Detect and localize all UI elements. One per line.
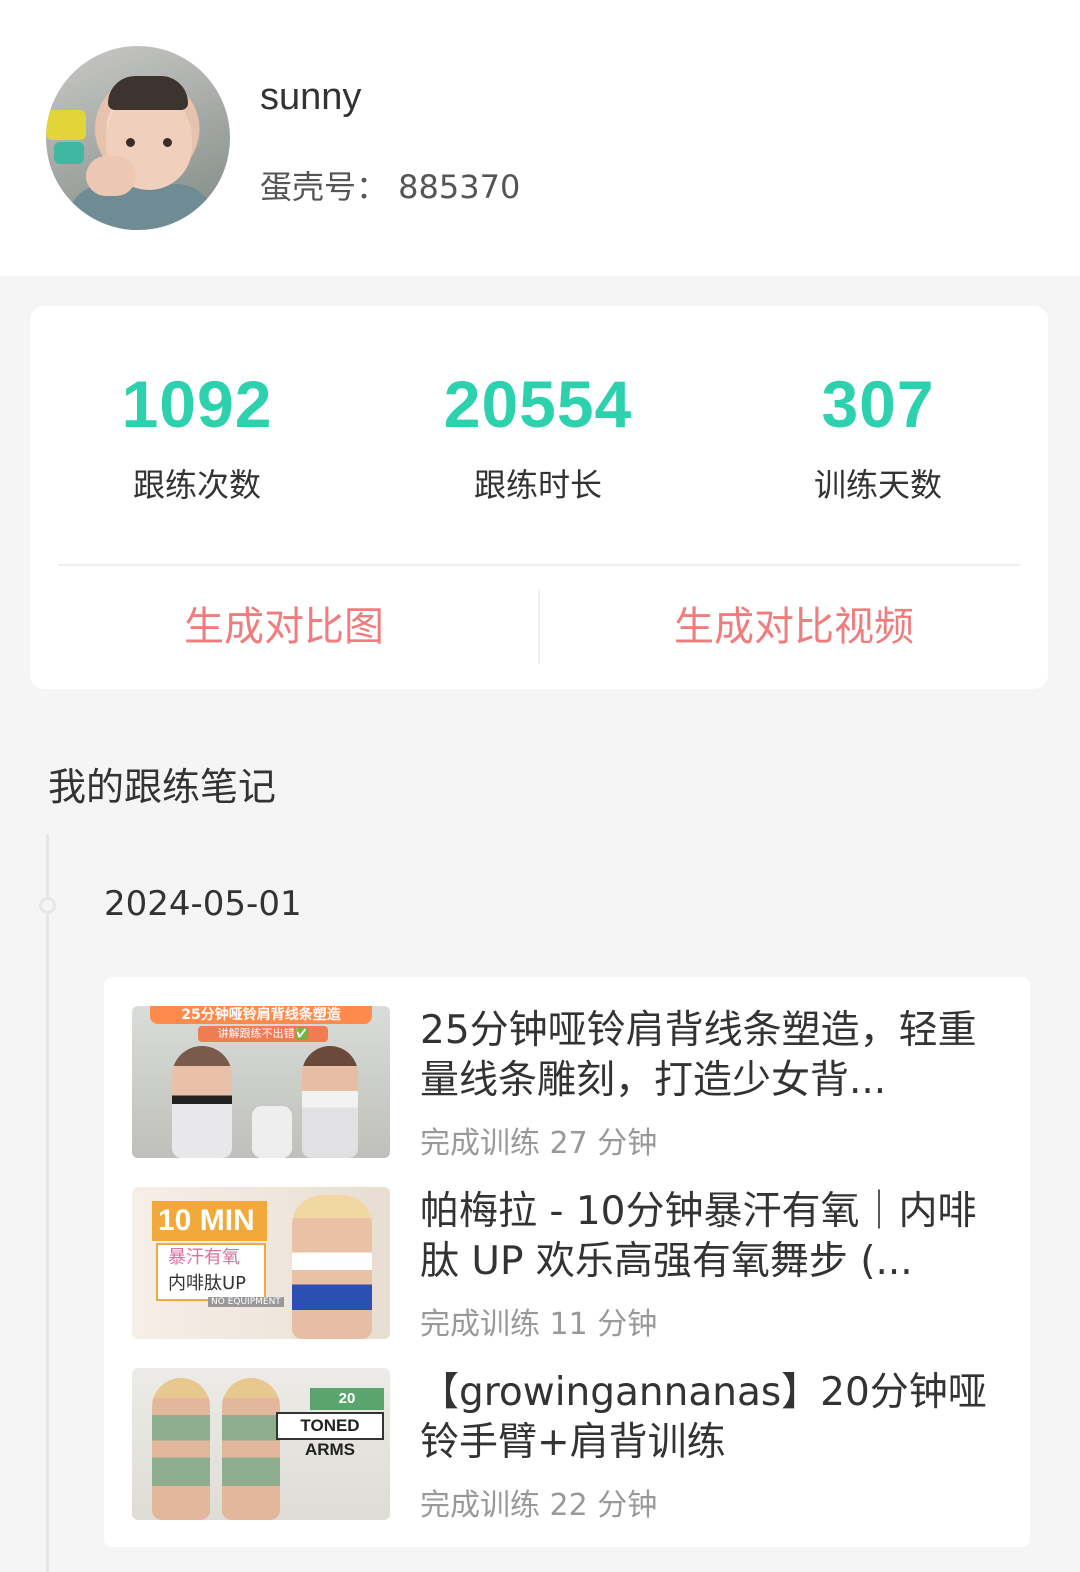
note-title[interactable]: 帕梅拉 - 10分钟暴汗有氧｜内啡肽 UP 欢乐高强有氧舞步 (...	[420, 1187, 1010, 1287]
video-thumbnail[interactable]: 25分钟哑铃肩背线条塑造 讲解跟练不出错✅	[132, 1006, 390, 1158]
user-id: 蛋壳号： 885370	[260, 168, 521, 206]
stat-value: 307	[821, 367, 935, 441]
note-title[interactable]: 25分钟哑铃肩背线条塑造，轻重量线条雕刻，打造少女背...	[420, 1006, 1010, 1106]
thumbnail-text: 暴汗有氧	[168, 1247, 240, 1268]
divider	[58, 564, 1020, 566]
note-title[interactable]: 【growingannanas】20分钟哑铃手臂+肩背训练	[420, 1368, 1010, 1468]
note-duration: 完成训练 11 分钟	[420, 1307, 658, 1342]
stat-value: 1092	[121, 367, 273, 441]
thumbnail-text: NO EQUIPMENT	[208, 1297, 284, 1307]
list-item[interactable]: 10 MIN 暴汗有氧 内啡肽UP NO EQUIPMENT 帕梅拉 - 10分…	[132, 1187, 1012, 1342]
list-item[interactable]: 25分钟哑铃肩背线条塑造 讲解跟练不出错✅ 25分钟哑铃肩背线条塑造，轻重量线条…	[132, 1006, 1012, 1161]
thumbnail-text: 25分钟哑铃肩背线条塑造	[181, 1007, 341, 1023]
video-thumbnail[interactable]: 10 MIN 暴汗有氧 内啡肽UP NO EQUIPMENT	[132, 1187, 390, 1339]
list-item[interactable]: 20 MINUTE TONED ARMS 【growingannanas】20分…	[132, 1368, 1012, 1523]
section-title: 我的跟练笔记	[48, 765, 277, 809]
video-thumbnail[interactable]: 20 MINUTE TONED ARMS	[132, 1368, 390, 1520]
notes-card: 25分钟哑铃肩背线条塑造 讲解跟练不出错✅ 25分钟哑铃肩背线条塑造，轻重量线条…	[104, 977, 1030, 1547]
stat-label: 跟练时长	[473, 466, 602, 504]
timeline-dot	[39, 897, 56, 914]
username: sunny	[260, 76, 362, 118]
stat-workout-duration: 20554 跟练时长	[368, 366, 708, 506]
note-date: 2024-05-01	[104, 884, 302, 924]
generate-compare-video-button[interactable]: 生成对比视频	[540, 599, 1048, 655]
note-duration: 完成训练 22 分钟	[420, 1488, 658, 1523]
stats-card: 1092 跟练次数 20554 跟练时长 307 训练天数 生成对比图 生成对比…	[30, 306, 1048, 689]
thumbnail-text: TONED ARMS	[300, 1416, 360, 1459]
thumbnail-text: 10 MIN	[158, 1204, 255, 1237]
profile-header: sunny 蛋壳号： 885370	[0, 0, 1080, 276]
stat-value: 20554	[443, 367, 633, 441]
thumbnail-text: 内啡肽UP	[168, 1273, 247, 1294]
note-duration: 完成训练 27 分钟	[420, 1126, 658, 1161]
thumbnail-text: 讲解跟练不出错✅	[198, 1026, 328, 1042]
avatar[interactable]	[46, 46, 230, 230]
timeline-line	[46, 834, 49, 1572]
stat-label: 训练天数	[813, 466, 942, 504]
stat-workout-count: 1092 跟练次数	[27, 366, 367, 506]
stat-training-days: 307 训练天数	[708, 366, 1048, 506]
stat-label: 跟练次数	[132, 466, 261, 504]
generate-compare-image-button[interactable]: 生成对比图	[30, 599, 538, 655]
